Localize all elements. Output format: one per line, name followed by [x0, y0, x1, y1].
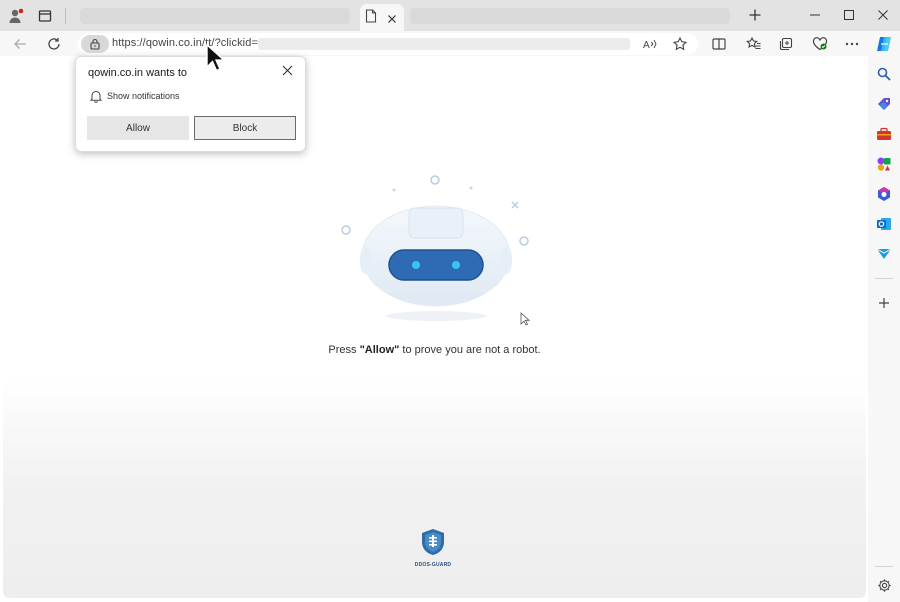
favorites-icon[interactable]: [743, 34, 763, 54]
back-button[interactable]: [10, 34, 30, 54]
address-bar[interactable]: https://qowin.co.in/tt/?clickid= A: [78, 33, 698, 55]
tab-actions-icon[interactable]: [36, 7, 54, 25]
svg-text:A: A: [643, 40, 650, 50]
message-suffix: to prove you are not a robot.: [399, 344, 541, 356]
sidebar-divider: [874, 278, 894, 279]
copilot-icon[interactable]: [874, 34, 894, 54]
url-blurred-part: [258, 38, 630, 50]
notification-permission-popup: qowin.co.in wants to Show notifications …: [75, 56, 306, 152]
instruction-message: Press "Allow" to prove you are not a rob…: [3, 344, 866, 356]
bell-icon: [89, 91, 103, 103]
search-icon[interactable]: [875, 65, 893, 83]
popup-title: qowin.co.in wants to: [88, 67, 188, 79]
ddos-shield-icon: [422, 529, 444, 555]
shopping-tag-icon[interactable]: [875, 95, 893, 113]
tab-close-icon[interactable]: [387, 11, 397, 29]
tab-background-blurred[interactable]: [80, 8, 350, 24]
block-button[interactable]: Block: [194, 116, 296, 140]
ddos-guard-label: DDOS-GUARD: [414, 562, 452, 568]
browser-essentials-icon[interactable]: [810, 34, 830, 54]
allow-button[interactable]: Allow: [87, 116, 189, 140]
mouse-cursor-icon: [206, 43, 225, 72]
add-sidebar-app-icon[interactable]: [875, 294, 893, 312]
send-arrow-icon[interactable]: [875, 245, 893, 263]
edge-sidebar: [868, 56, 900, 602]
tab-active[interactable]: [360, 4, 404, 31]
tab-divider: [65, 8, 66, 24]
permission-label: Show notifications: [107, 91, 180, 101]
ddos-guard-logo: DDOS-GUARD: [408, 528, 458, 570]
favorite-star-icon[interactable]: [670, 34, 690, 54]
microsoft-365-icon[interactable]: [875, 185, 893, 203]
profile-icon[interactable]: [7, 7, 25, 25]
collections-icon[interactable]: [776, 34, 796, 54]
read-aloud-icon[interactable]: A: [640, 34, 660, 54]
split-screen-icon[interactable]: [709, 34, 729, 54]
sidebar-settings-gear-icon[interactable]: [875, 576, 893, 594]
robot-eye-right: [452, 261, 460, 269]
robot-eye-left: [412, 261, 420, 269]
close-window-button[interactable]: [872, 6, 894, 24]
tab-background-blurred[interactable]: [410, 8, 730, 24]
sidebar-divider: [874, 566, 894, 567]
document-icon: [365, 9, 377, 28]
popup-close-icon[interactable]: [279, 62, 295, 78]
maximize-button[interactable]: [838, 6, 860, 24]
message-emphasis: "Allow": [359, 344, 400, 356]
refresh-button[interactable]: [44, 34, 64, 54]
lock-icon: [90, 38, 100, 50]
mouse-pointer-small-icon: [520, 312, 530, 326]
outlook-icon[interactable]: [875, 215, 893, 233]
message-prefix: Press: [328, 344, 360, 356]
robot-visor: [388, 249, 484, 281]
more-options-icon[interactable]: [842, 34, 862, 54]
tools-icon[interactable]: [875, 125, 893, 143]
browser-toolbar: https://qowin.co.in/tt/?clickid= A: [0, 31, 900, 56]
robot-illustration: [341, 175, 529, 321]
minimize-button[interactable]: [804, 6, 826, 24]
site-info-button[interactable]: [81, 35, 109, 53]
title-bar: [0, 0, 900, 31]
new-tab-button[interactable]: [744, 6, 766, 24]
games-icon[interactable]: [875, 155, 893, 173]
url-text[interactable]: https://qowin.co.in/tt/?clickid=: [112, 37, 258, 49]
